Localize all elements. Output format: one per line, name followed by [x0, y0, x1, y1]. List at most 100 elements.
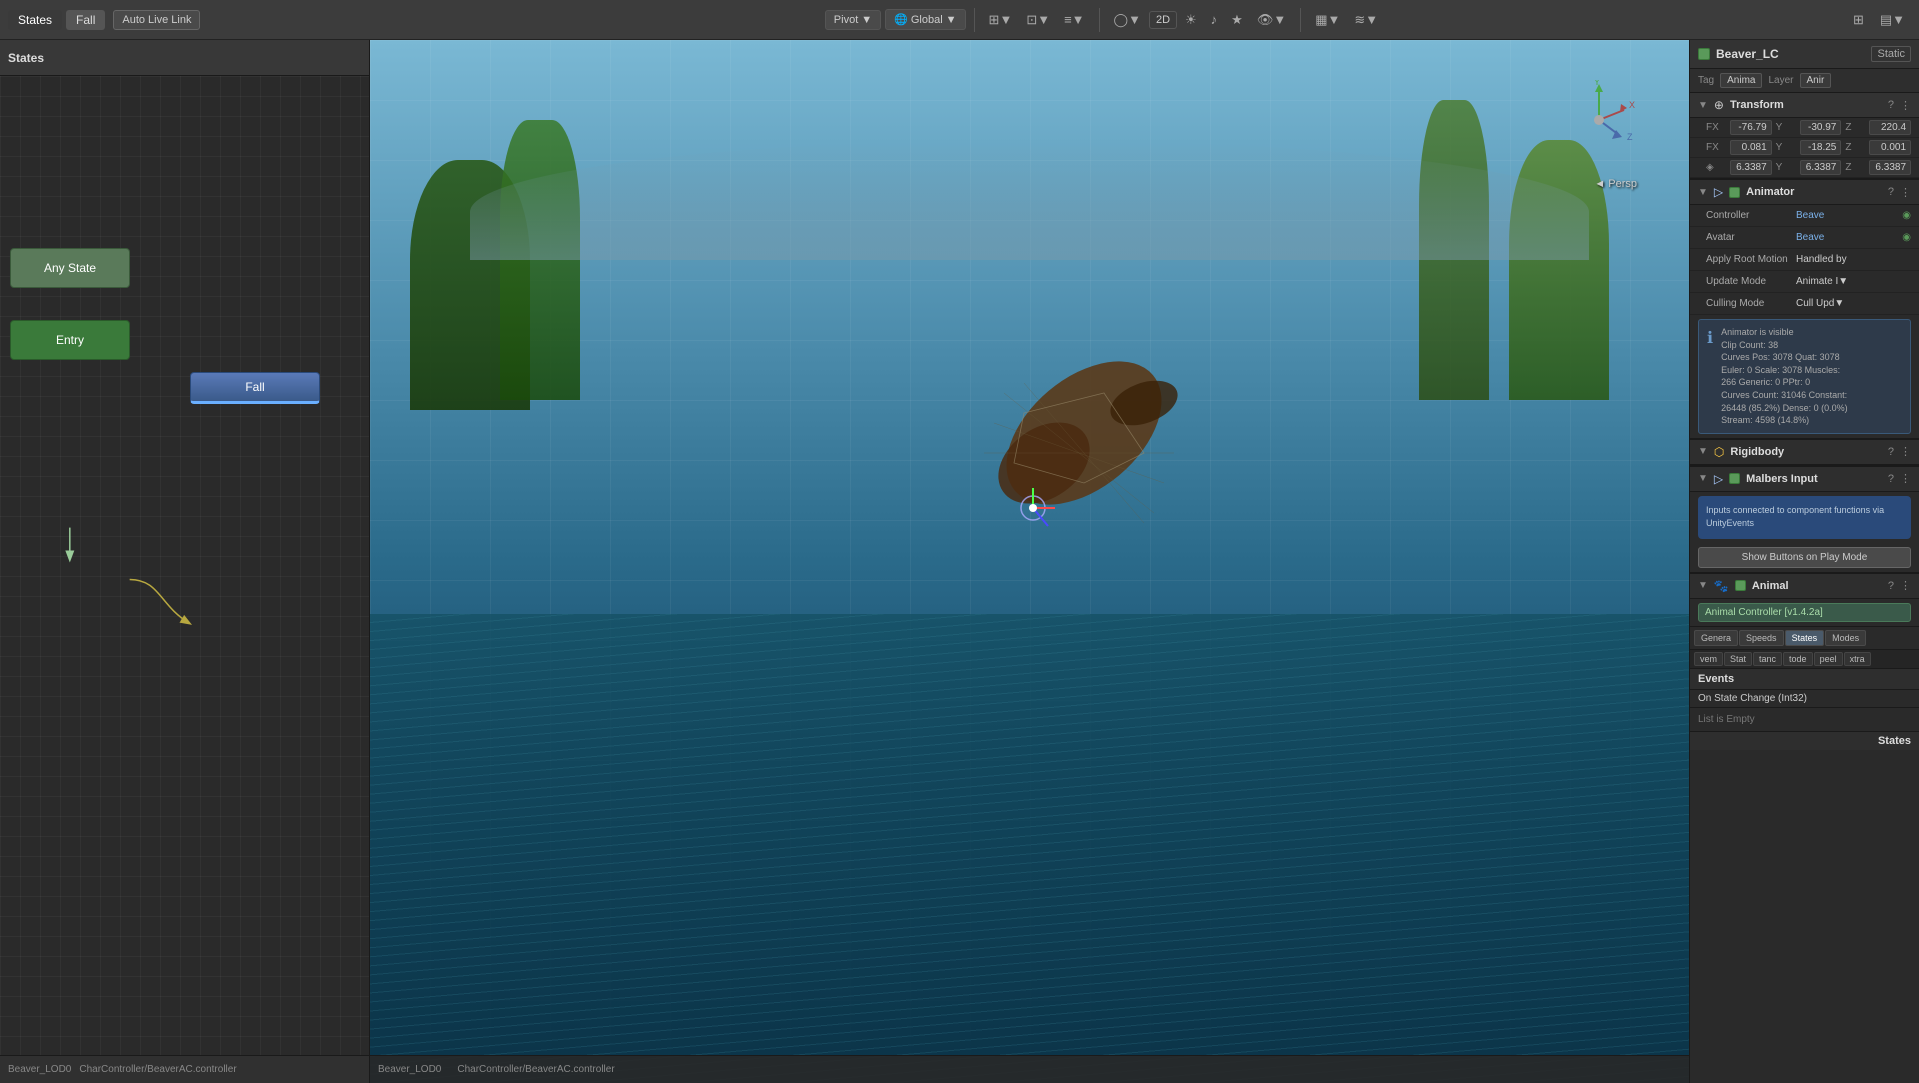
scale-z-label: Z: [1845, 162, 1865, 173]
transform-section-header[interactable]: ▼ ⊕ Transform ? ⋮: [1690, 93, 1919, 118]
scene-vis-button[interactable]: 👁▼: [1251, 8, 1292, 32]
render-pipeline-button[interactable]: ≋▼: [1348, 8, 1384, 32]
apply-root-motion-value: Handled by: [1796, 254, 1911, 265]
pos-y-field[interactable]: -30.97: [1800, 120, 1842, 135]
sub-tab-tanc[interactable]: tanc: [1753, 652, 1782, 666]
rigidbody-menu-icon[interactable]: ⋮: [1900, 445, 1911, 458]
transform-gizmo[interactable]: [1003, 478, 1063, 538]
transform-help-icon[interactable]: ?: [1888, 99, 1894, 111]
scene-view[interactable]: Y Z X ◄ Persp Beaver_LOD0 C: [370, 40, 1689, 1083]
footer-path: CharController/BeaverAC.controller: [79, 1064, 236, 1075]
sub-tab-vem[interactable]: vem: [1694, 652, 1723, 666]
object-enabled-checkbox[interactable]: [1698, 48, 1710, 60]
malbers-section-header[interactable]: ▼ ▷ Malbers Input ? ⋮: [1690, 465, 1919, 492]
animal-section-header[interactable]: ▼ 🐾 Animal ? ⋮: [1690, 572, 1919, 599]
layer-label: Layer: [1768, 75, 1793, 86]
eye-icon-button[interactable]: ◯▼: [1108, 8, 1147, 32]
animal-controller-label-row: Animal Controller [v1.4.2a]: [1690, 599, 1919, 627]
pos-z-field[interactable]: 220.4: [1869, 120, 1911, 135]
animator-section-header[interactable]: ▼ ▷ Animator ? ⋮: [1690, 178, 1919, 205]
scale-y-label: Y: [1776, 162, 1796, 173]
tab-states[interactable]: States: [8, 10, 62, 30]
light-icon-button[interactable]: ☀: [1179, 8, 1203, 32]
tag-dropdown[interactable]: Anima: [1720, 73, 1762, 88]
sub-tab-xtra[interactable]: xtra: [1844, 652, 1871, 666]
state-any-state[interactable]: Any State: [10, 248, 130, 288]
layer-dropdown[interactable]: Anir: [1800, 73, 1832, 88]
toolbar-divider-3: [1300, 8, 1301, 32]
scale-row: ◈ 6.3387 Y 6.3387 Z 6.3387: [1690, 158, 1919, 178]
rot-x-field[interactable]: 0.081: [1730, 140, 1772, 155]
toolbar-divider-2: [1099, 8, 1100, 32]
malbers-help-icon[interactable]: ?: [1888, 473, 1894, 485]
sub-tab-stat[interactable]: Stat: [1724, 652, 1752, 666]
animal-menu-icon[interactable]: ⋮: [1900, 579, 1911, 592]
rot-y-field[interactable]: -18.25: [1800, 140, 1842, 155]
fx-icon-button[interactable]: ★: [1225, 8, 1249, 32]
auto-live-link-button[interactable]: Auto Live Link: [113, 10, 200, 30]
controller-value[interactable]: Beave: [1796, 210, 1902, 221]
show-buttons-button[interactable]: Show Buttons on Play Mode: [1698, 547, 1911, 568]
pivot-button[interactable]: Pivot ▼: [825, 10, 881, 30]
scene-water: [370, 614, 1689, 1083]
update-mode-value[interactable]: Animate I▼: [1796, 276, 1911, 287]
snap-icon-button[interactable]: ⊡▼: [1020, 8, 1056, 32]
pivot-label: Pivot: [834, 14, 858, 26]
culling-mode-row: Culling Mode Cull Upd▼: [1690, 293, 1919, 315]
state-fall[interactable]: Fall: [190, 372, 320, 404]
scene-gizmo[interactable]: Y Z X: [1559, 80, 1639, 160]
malbers-enabled-checkbox[interactable]: [1729, 473, 1740, 484]
animal-enabled-checkbox[interactable]: [1735, 580, 1746, 591]
sub-tab-peel[interactable]: peel: [1814, 652, 1843, 666]
global-button[interactable]: 🌐 Global ▼: [885, 9, 965, 30]
sub-tab-tode[interactable]: tode: [1783, 652, 1813, 666]
layout-button[interactable]: ▤▼: [1874, 8, 1911, 32]
render-mode-button[interactable]: ▦▼: [1309, 8, 1346, 32]
scale-y-field[interactable]: 6.3387: [1800, 160, 1842, 175]
malbers-menu-icon[interactable]: ⋮: [1900, 472, 1911, 485]
state-entry[interactable]: Entry: [10, 320, 130, 360]
animal-tab-genera[interactable]: Genera: [1694, 630, 1738, 646]
animal-controller-label[interactable]: Animal Controller [v1.4.2a]: [1698, 603, 1911, 622]
inspector-tag-layer-row: Tag Anima Layer Anir: [1690, 69, 1919, 93]
rigidbody-section-header[interactable]: ▼ ⬡ Rigidbody ? ⋮: [1690, 438, 1919, 465]
culling-mode-value[interactable]: Cull Upd▼: [1796, 298, 1911, 309]
on-state-change-row: On State Change (Int32): [1690, 690, 1919, 708]
animator-help-icon[interactable]: ?: [1888, 186, 1894, 198]
animator-info-curves-pos: Curves Pos: 3078 Quat: 3078: [1721, 351, 1848, 364]
animal-tab-speeds[interactable]: Speeds: [1739, 630, 1784, 646]
rigidbody-help-icon[interactable]: ?: [1888, 446, 1894, 458]
rigidbody-arrow-icon: ▼: [1698, 446, 1708, 457]
animator-enabled-checkbox[interactable]: [1729, 187, 1740, 198]
grid-icon-button[interactable]: ⊞▼: [983, 8, 1019, 32]
animal-tab-states[interactable]: States: [1785, 630, 1825, 646]
animal-tab-modes[interactable]: Modes: [1825, 630, 1866, 646]
animator-grid-bg: [0, 76, 369, 1055]
apply-root-motion-row: Apply Root Motion Handled by: [1690, 249, 1919, 271]
controller-link-icon[interactable]: ◉: [1902, 210, 1911, 221]
static-dropdown[interactable]: Static: [1871, 46, 1911, 62]
scale-x-field[interactable]: 6.3387: [1730, 160, 1772, 175]
rot-z-label: Z: [1845, 142, 1865, 153]
animator-info-muscles: 266 Generic: 0 PPtr: 0: [1721, 376, 1848, 389]
scene-status-bar: Beaver_LOD0 CharController/BeaverAC.cont…: [370, 1055, 1689, 1083]
animator-icon: ▷: [1714, 185, 1723, 199]
transform-menu-icon[interactable]: ⋮: [1900, 99, 1911, 112]
pos-x-field[interactable]: -76.79: [1730, 120, 1772, 135]
layers-button[interactable]: ⊞: [1847, 8, 1870, 32]
animal-help-icon[interactable]: ?: [1888, 580, 1894, 592]
scale-z-field[interactable]: 6.3387: [1869, 160, 1911, 175]
audio-icon-button[interactable]: ♪: [1205, 8, 1224, 31]
avatar-link-icon[interactable]: ◉: [1902, 232, 1911, 243]
avatar-value[interactable]: Beave: [1796, 232, 1902, 243]
fall-label: Fall: [245, 380, 264, 394]
animator-canvas[interactable]: Any State Entry Fall: [0, 76, 369, 1055]
2d-button[interactable]: 2D: [1149, 11, 1177, 29]
rot-z-field[interactable]: 0.001: [1869, 140, 1911, 155]
tab-fall[interactable]: Fall: [66, 10, 105, 30]
animator-menu-icon[interactable]: ⋮: [1900, 186, 1911, 199]
ruler-icon-button[interactable]: ≡▼: [1058, 8, 1090, 31]
scale-x-sym: ◈: [1706, 162, 1726, 173]
svg-text:Y: Y: [1594, 80, 1600, 87]
states-bottom-row: States: [1690, 731, 1919, 750]
